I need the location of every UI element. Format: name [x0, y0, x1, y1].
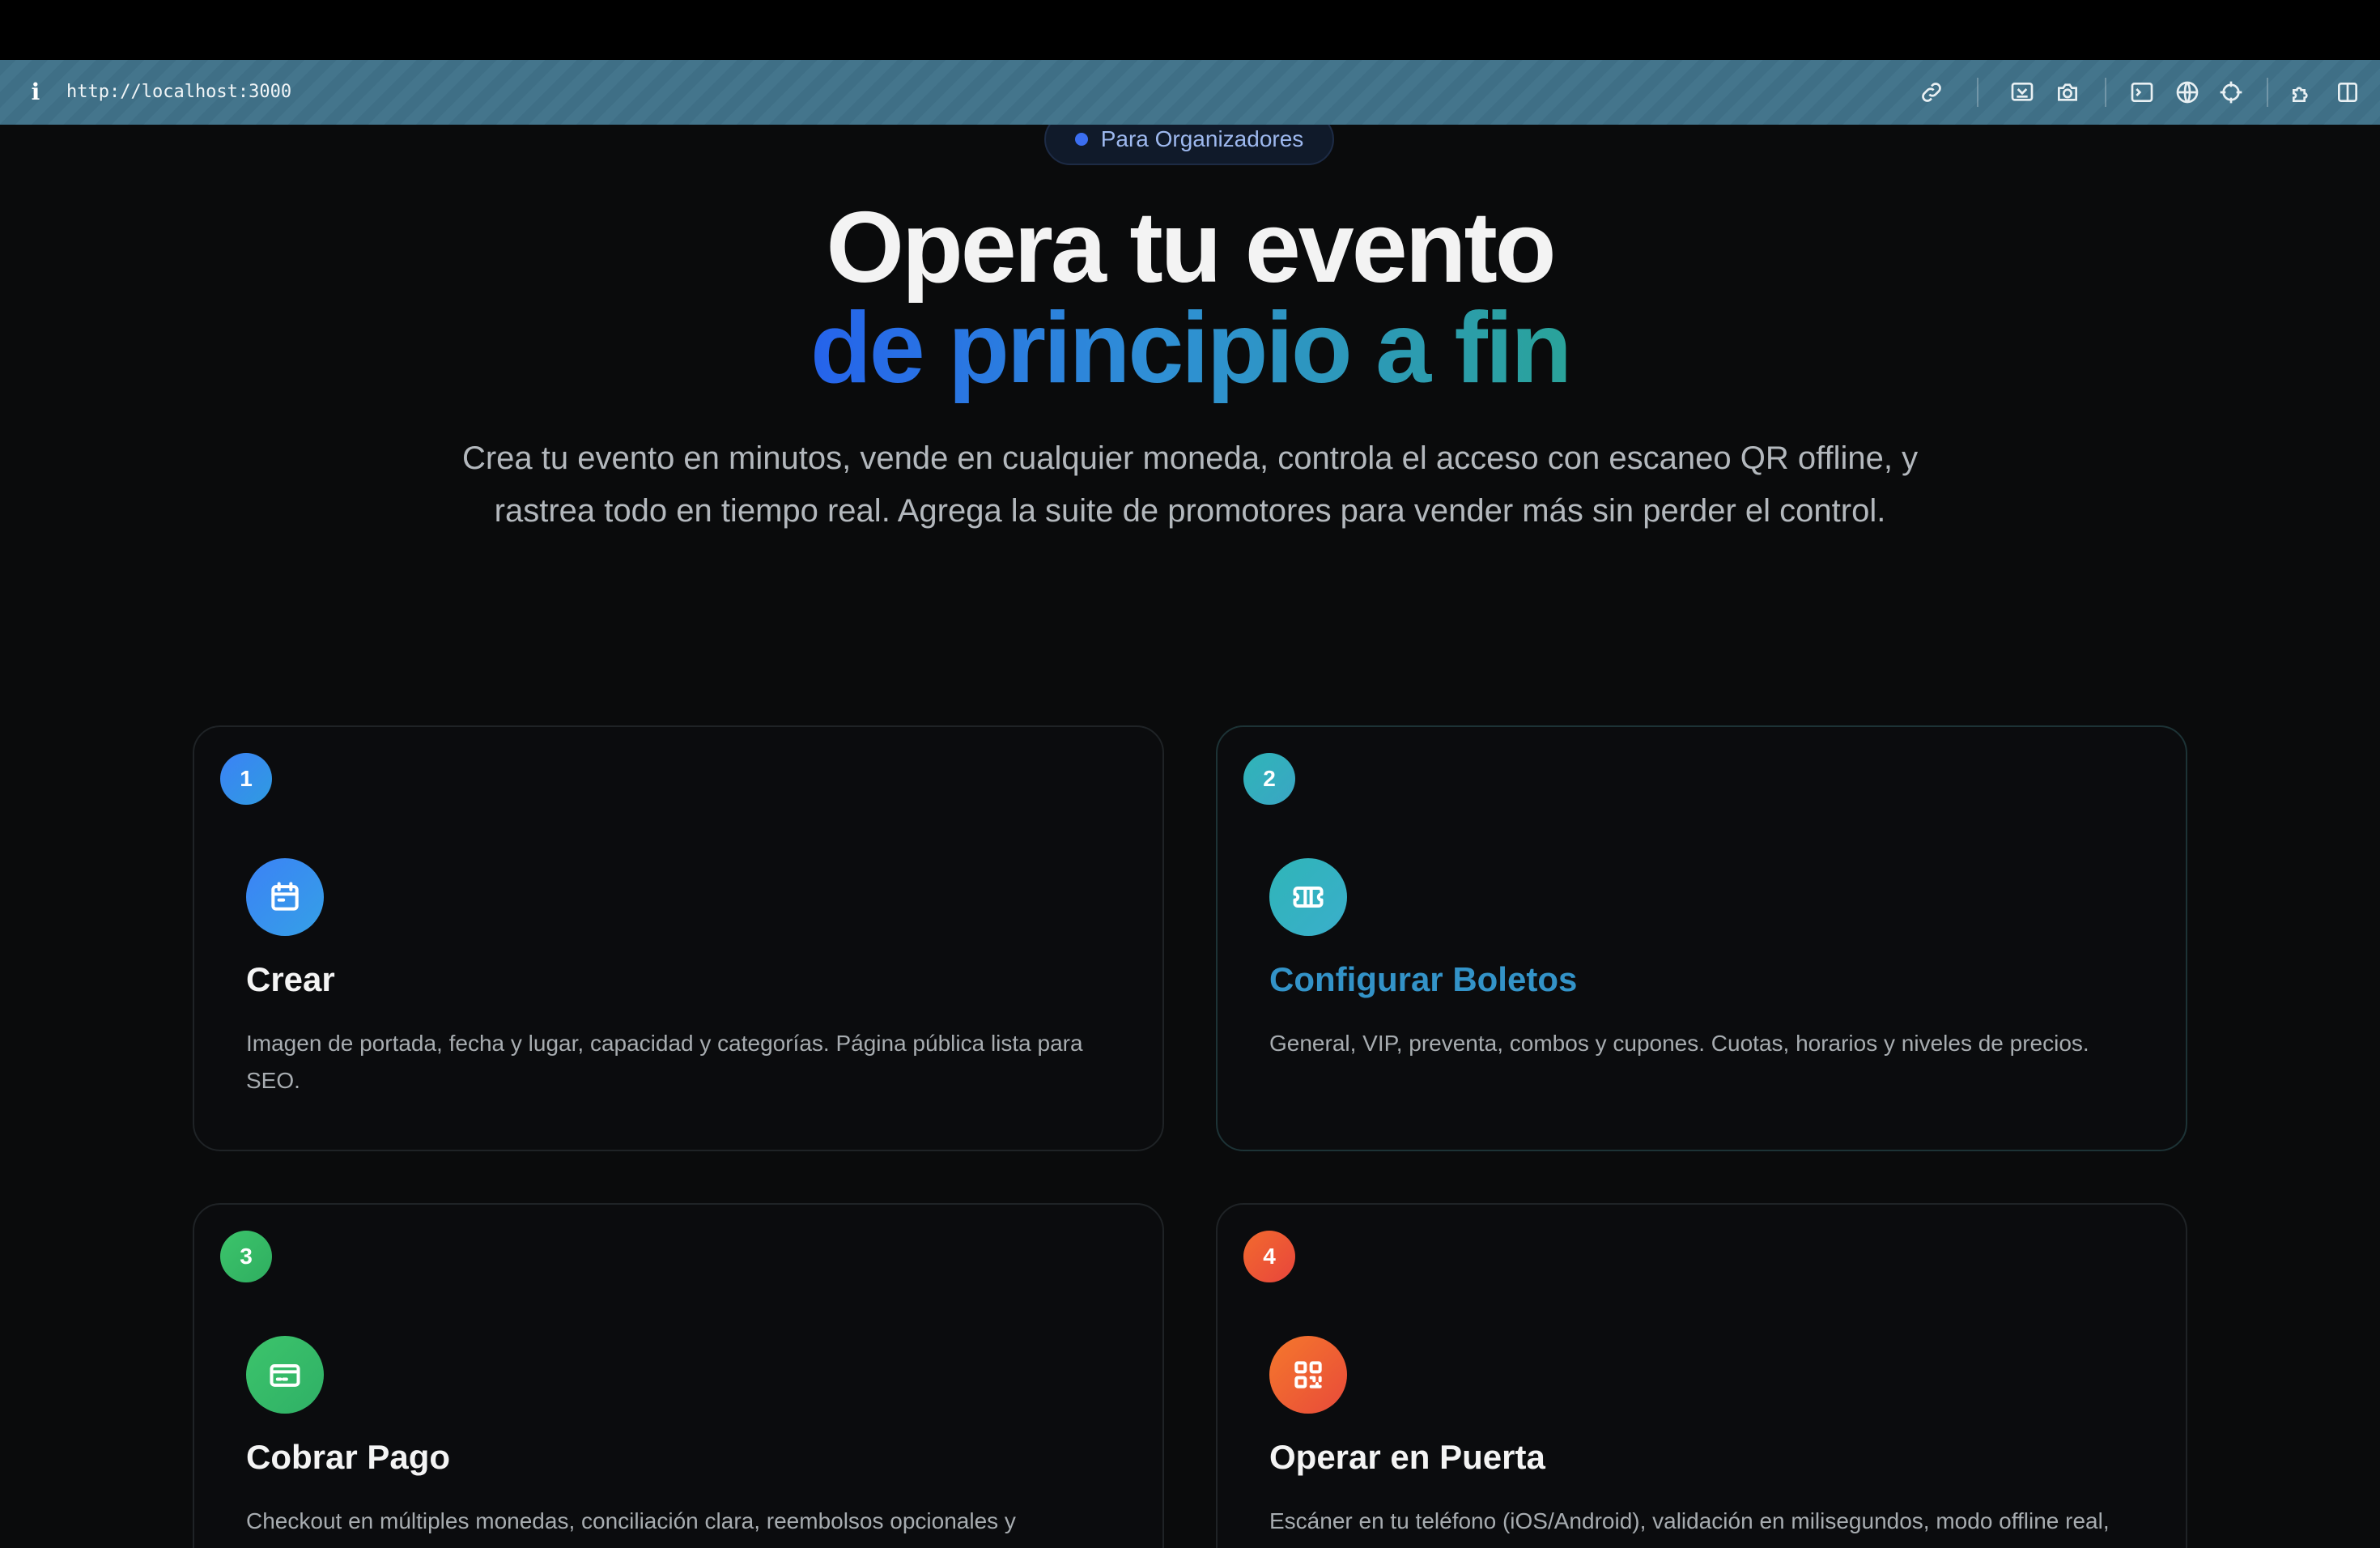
- inspect-icon[interactable]: [2006, 76, 2038, 108]
- page-content: Para Organizadores Opera tu evento de pr…: [0, 125, 2380, 1548]
- url-display[interactable]: http://localhost:3000: [66, 79, 291, 105]
- step-title: Cobrar Pago: [246, 1438, 451, 1476]
- qr-code-icon: [1269, 1336, 1347, 1414]
- ticket-icon: [1269, 858, 1347, 936]
- step-description: Imagen de portada, fecha y lugar, capaci…: [246, 1031, 1083, 1093]
- step-title: Crear: [246, 960, 335, 998]
- step-card-operar-en-puerta[interactable]: 4 Operar en Puerta Escáner en tu teléfon…: [1216, 1203, 2187, 1548]
- toolbar-divider: [2105, 78, 2106, 107]
- hero-subtitle: Crea tu evento en minutos, vende en cual…: [461, 440, 1919, 529]
- browser-toolbar: i http://localhost:3000: [0, 60, 2380, 125]
- step-description: Checkout en múltiples monedas, conciliac…: [246, 1508, 1016, 1533]
- step-card-configurar-boletos[interactable]: 2 Configurar Boletos General, VIP, preve…: [1216, 725, 2187, 1151]
- step-number-badge: 3: [220, 1231, 272, 1282]
- step-card-crear[interactable]: 1 Crear Imagen de portada, fecha y lugar…: [193, 725, 1164, 1151]
- info-icon[interactable]: i: [28, 78, 44, 107]
- calendar-icon: [246, 858, 324, 936]
- step-description: General, VIP, preventa, combos y cupones…: [1269, 1031, 2089, 1056]
- hero-title: Opera tu evento: [826, 192, 1557, 304]
- step-number-badge: 2: [1243, 753, 1295, 805]
- camera-icon[interactable]: [2051, 76, 2084, 108]
- credit-card-icon: [246, 1336, 324, 1414]
- screen-top-bar: [0, 0, 2380, 60]
- extensions-icon[interactable]: [2286, 76, 2318, 108]
- toolbar-divider: [2267, 78, 2268, 107]
- pill-label: Para Organizadores: [1100, 126, 1304, 151]
- hero-title-highlight: de principio a fin: [0, 298, 2380, 398]
- toolbar-divider: [1977, 78, 1978, 107]
- sidebar-icon[interactable]: [2331, 76, 2364, 108]
- step-card-cobrar-pago[interactable]: 3 Cobrar Pago Checkout en múltiples mone…: [193, 1203, 1164, 1548]
- step-description: Escáner en tu teléfono (iOS/Android), va…: [1269, 1508, 2110, 1533]
- step-title: Operar en Puerta: [1269, 1438, 1545, 1476]
- link-icon[interactable]: [1915, 76, 1948, 108]
- hero-title-gradient-text: de principio a fin: [810, 292, 1572, 404]
- terminal-icon[interactable]: [2126, 76, 2158, 108]
- step-title: Configurar Boletos: [1269, 960, 1578, 998]
- crosshair-icon[interactable]: [2215, 76, 2247, 108]
- step-number-badge: 4: [1243, 1231, 1295, 1282]
- step-number-badge: 1: [220, 753, 272, 805]
- globe-icon[interactable]: [2171, 76, 2204, 108]
- audience-pill: Para Organizadores: [1044, 125, 1334, 165]
- status-dot: [1074, 133, 1088, 146]
